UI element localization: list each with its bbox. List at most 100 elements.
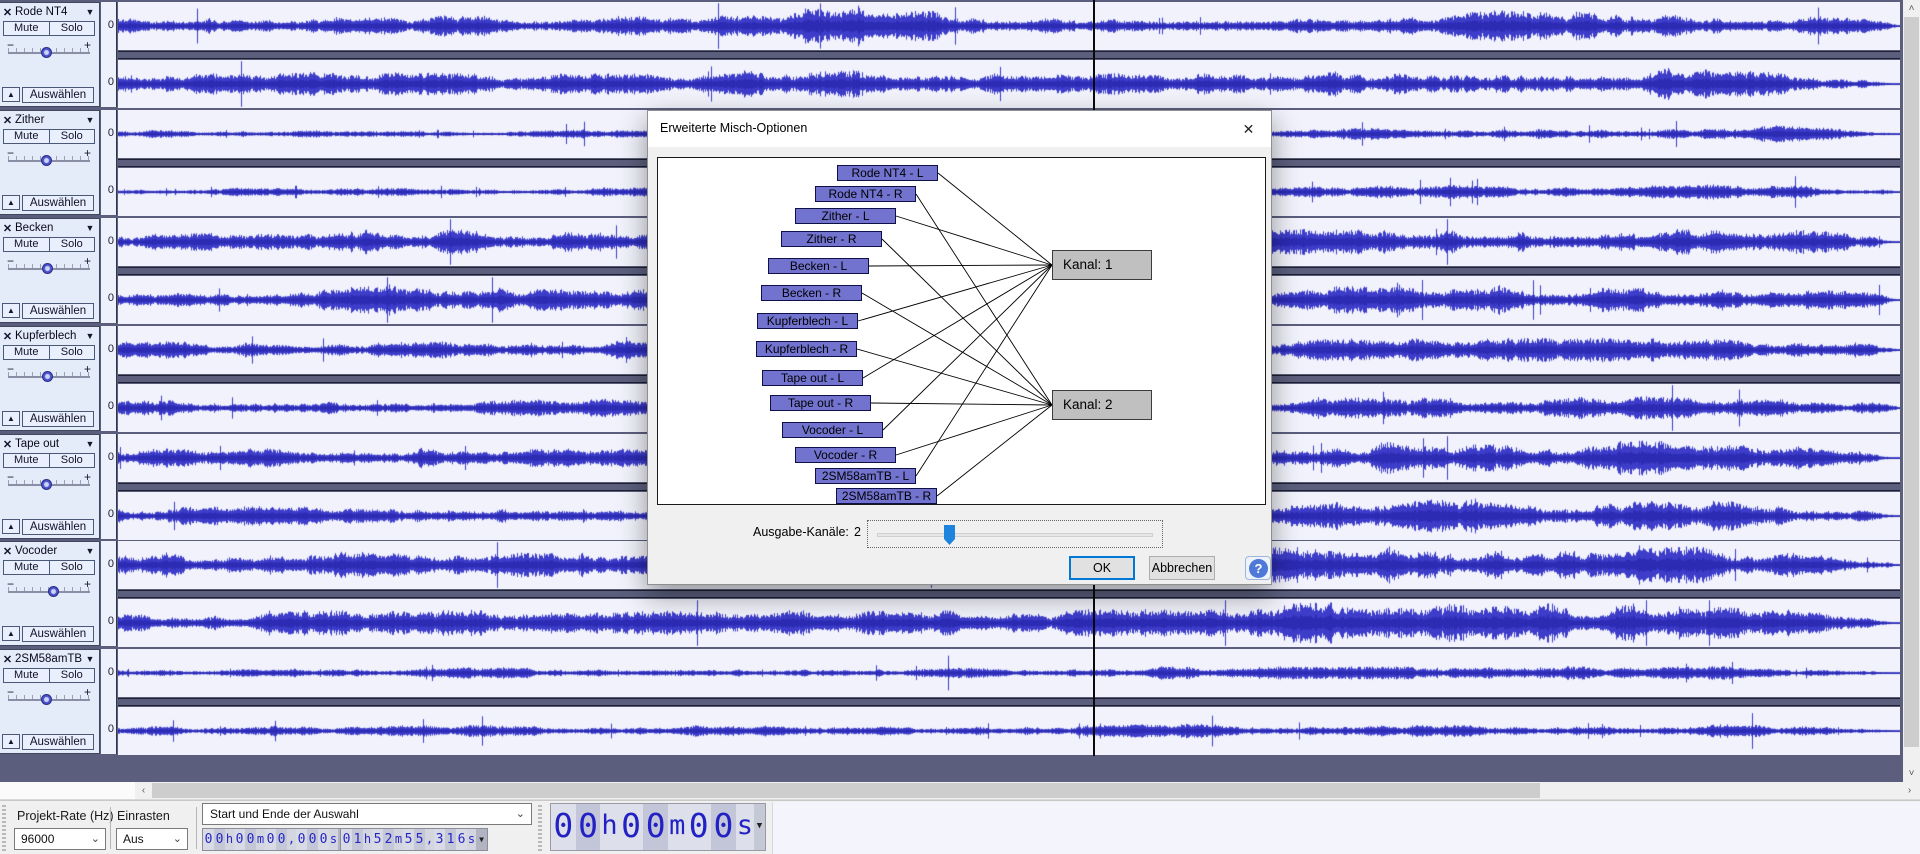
time-digit[interactable]: 5	[372, 829, 383, 850]
track-control-panel[interactable]: ✕ Vocoder ▼ Mute Solo − + ▲ Auswählen	[0, 541, 100, 646]
time-digit[interactable]: 0	[341, 829, 352, 850]
waveform-channel-right[interactable]	[118, 599, 1900, 647]
gain-slider[interactable]: − +	[4, 148, 94, 170]
gain-slider-thumb[interactable]	[42, 371, 53, 382]
select-track-button[interactable]: Auswählen	[22, 626, 94, 642]
time-digit[interactable]: h	[363, 829, 372, 850]
toolbar-grip[interactable]	[2, 805, 6, 851]
slider-thumb[interactable]	[944, 525, 955, 545]
source-channel-vocoder-l[interactable]: Vocoder - L	[782, 422, 883, 438]
time-digit[interactable]: 0	[203, 829, 214, 850]
collapse-track-icon[interactable]: ▲	[2, 519, 20, 534]
mute-button[interactable]: Mute	[3, 453, 50, 468]
time-digit[interactable]: ,	[425, 829, 434, 850]
time-digit[interactable]: s	[736, 804, 754, 850]
mute-button[interactable]: Mute	[3, 21, 50, 36]
waveform-channel-right[interactable]	[118, 60, 1900, 108]
selection-end-field[interactable]: 01h52m55,316s▼	[340, 828, 488, 851]
collapse-track-icon[interactable]: ▲	[2, 626, 20, 641]
vertical-ruler[interactable]: 0 0	[101, 649, 117, 754]
time-digit[interactable]: 2	[383, 829, 394, 850]
gain-slider[interactable]: − +	[4, 687, 94, 709]
select-track-button[interactable]: Auswählen	[22, 303, 94, 319]
close-track-icon[interactable]: ✕	[0, 222, 15, 235]
track-title[interactable]: Becken	[15, 222, 82, 234]
source-channel-rode-nt4-r[interactable]: Rode NT4 - R	[815, 186, 916, 202]
track-title[interactable]: Tape out	[15, 438, 82, 450]
time-digit[interactable]: s	[329, 829, 338, 850]
time-digit[interactable]: 0	[576, 804, 601, 850]
source-channel-kupferblech-l[interactable]: Kupferblech - L	[757, 313, 858, 329]
solo-button[interactable]: Solo	[50, 345, 96, 360]
dialog-titlebar[interactable]: Erweiterte Misch-Optionen ✕	[648, 111, 1271, 147]
source-channel-tape-out-l[interactable]: Tape out - L	[762, 370, 863, 386]
time-digit[interactable]: 0	[276, 829, 287, 850]
help-button[interactable]: ?	[1245, 556, 1271, 580]
time-digit[interactable]: 0	[643, 804, 668, 850]
source-channel-becken-r[interactable]: Becken - R	[761, 285, 862, 301]
close-track-icon[interactable]: ✕	[0, 653, 15, 666]
time-digit[interactable]: 0	[296, 829, 307, 850]
select-track-button[interactable]: Auswählen	[22, 411, 94, 427]
gain-slider-thumb[interactable]	[41, 694, 52, 705]
gain-slider-thumb[interactable]	[41, 479, 52, 490]
mute-button[interactable]: Mute	[3, 560, 50, 575]
collapse-track-icon[interactable]: ▲	[2, 87, 20, 102]
solo-button[interactable]: Solo	[50, 129, 96, 144]
track-menu-dropdown-icon[interactable]: ▼	[82, 439, 98, 449]
source-channel-2sm58amtb-r[interactable]: 2SM58amTB - R	[836, 488, 937, 504]
output-channels-slider[interactable]	[867, 520, 1163, 548]
ok-button[interactable]: OK	[1069, 556, 1135, 580]
solo-button[interactable]: Solo	[50, 453, 96, 468]
solo-button[interactable]: Solo	[50, 668, 96, 683]
close-track-icon[interactable]: ✕	[0, 438, 15, 451]
output-channel-2[interactable]: Kanal: 2	[1052, 390, 1152, 420]
time-digit[interactable]: 0	[686, 804, 711, 850]
gain-slider[interactable]: − +	[4, 364, 94, 386]
track-control-panel[interactable]: ✕ Zither ▼ Mute Solo − + ▲ Auswählen	[0, 110, 100, 215]
time-digit[interactable]: 1	[445, 829, 456, 850]
vertical-ruler[interactable]: 0 0	[101, 434, 117, 539]
selection-start-field[interactable]: 00h00m00,000s▼	[202, 828, 350, 851]
horizontal-scrollbar[interactable]: ‹ ›	[0, 782, 1920, 800]
time-digit[interactable]: h	[600, 804, 618, 850]
select-track-button[interactable]: Auswählen	[22, 87, 94, 103]
select-track-button[interactable]: Auswählen	[22, 734, 94, 750]
mute-button[interactable]: Mute	[3, 345, 50, 360]
source-channel-zither-r[interactable]: Zither - R	[781, 231, 882, 247]
cancel-button[interactable]: Abbrechen	[1149, 556, 1215, 580]
track-title[interactable]: Rode NT4	[15, 6, 82, 18]
time-digit[interactable]: 6	[456, 829, 467, 850]
select-track-button[interactable]: Auswählen	[22, 519, 94, 535]
vertical-ruler[interactable]: 0 0	[101, 110, 117, 215]
time-digit[interactable]: 0	[711, 804, 736, 850]
track-control-panel[interactable]: ✕ Rode NT4 ▼ Mute Solo − + ▲ Auswählen	[0, 2, 100, 107]
vertical-ruler[interactable]: 0 0	[101, 326, 117, 431]
time-digit[interactable]: 5	[403, 829, 414, 850]
vertical-scrollbar[interactable]: ˄ ˅	[1903, 0, 1920, 782]
track-title[interactable]: Vocoder	[15, 545, 82, 557]
track-menu-dropdown-icon[interactable]: ▼	[82, 654, 98, 664]
time-digit[interactable]: ,	[287, 829, 296, 850]
track-control-panel[interactable]: ✕ Kupferblech ▼ Mute Solo − + ▲ Auswähle…	[0, 326, 100, 431]
track-menu-dropdown-icon[interactable]: ▼	[82, 115, 98, 125]
close-track-icon[interactable]: ✕	[0, 330, 15, 343]
solo-button[interactable]: Solo	[50, 21, 96, 36]
track-control-panel[interactable]: ✕ 2SM58amTB ▼ Mute Solo − + ▲ Auswählen	[0, 649, 100, 754]
time-digit[interactable]: 0	[214, 829, 225, 850]
time-digit[interactable]: m	[394, 829, 403, 850]
scroll-left-icon[interactable]: ‹	[135, 782, 152, 799]
solo-button[interactable]: Solo	[50, 560, 96, 575]
time-digit[interactable]: 0	[318, 829, 329, 850]
time-digit[interactable]: 5	[414, 829, 425, 850]
gain-slider-thumb[interactable]	[41, 155, 52, 166]
time-digit[interactable]: 0	[551, 804, 576, 850]
output-channel-1[interactable]: Kanal: 1	[1052, 250, 1152, 280]
time-digit[interactable]: 1	[352, 829, 363, 850]
source-channel-rode-nt4-l[interactable]: Rode NT4 - L	[837, 165, 938, 181]
track-menu-dropdown-icon[interactable]: ▼	[82, 331, 98, 341]
close-track-icon[interactable]: ✕	[0, 114, 15, 127]
time-digit[interactable]: 0	[245, 829, 256, 850]
gain-slider[interactable]: − +	[4, 40, 94, 62]
source-channel-tape-out-r[interactable]: Tape out - R	[770, 395, 871, 411]
